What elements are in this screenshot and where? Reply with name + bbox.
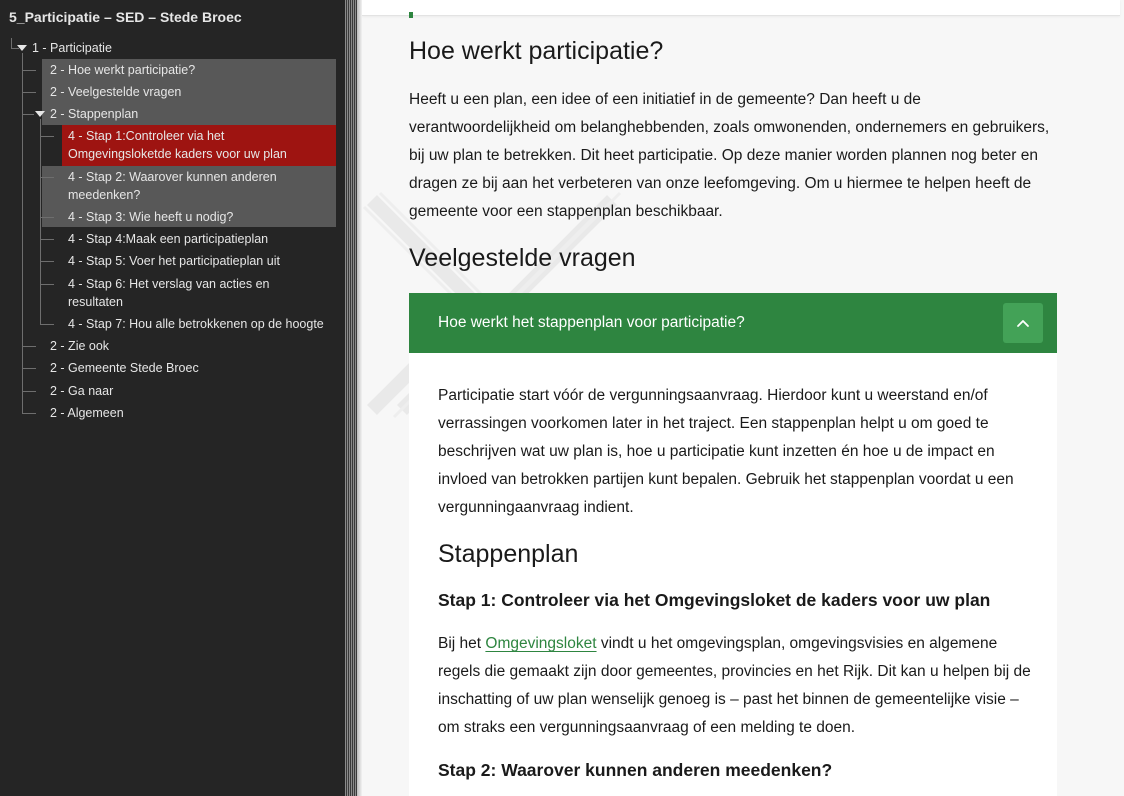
tree-item-hoe-werkt-participatie[interactable]: 2 - Hoe werkt participatie? <box>50 61 195 79</box>
expand-triangle-icon[interactable] <box>35 111 45 117</box>
document-content-pane[interactable]: Hoe werkt participatie? Heeft u een plan… <box>362 0 1124 796</box>
heading-stappenplan: Stappenplan <box>438 540 579 568</box>
stap-1-text-before: Bij het <box>438 635 482 652</box>
tree-item-stap-6[interactable]: 4 - Stap 6: Het verslag van acties en re… <box>68 275 308 311</box>
tree-item-veelgestelde-vragen[interactable]: 2 - Veelgestelde vragen <box>50 83 181 101</box>
tree-item-zie-ook[interactable]: 2 - Zie ook <box>50 337 109 355</box>
tree-connector <box>40 136 54 137</box>
accent-marker <box>409 12 413 18</box>
stap-1-paragraph: Bij het Omgevingsloket vindt u het omgev… <box>438 630 1038 742</box>
tree-connector <box>22 413 36 414</box>
tree-item-stap-1[interactable]: 4 - Stap 1:Controleer via het Omgevingsl… <box>68 127 308 163</box>
faq-accordion: Hoe werkt het stappenplan voor participa… <box>409 293 1057 796</box>
tree-item-gemeente-stede-broec[interactable]: 2 - Gemeente Stede Broec <box>50 359 199 377</box>
accordion-paragraph: Participatie start vóór de vergunningsaa… <box>438 387 1014 516</box>
accordion-collapse-button[interactable] <box>1003 303 1043 343</box>
tree-connector <box>22 114 34 115</box>
tree-item-stap-5[interactable]: 4 - Stap 5: Voer het participatieplan ui… <box>68 252 280 270</box>
heading-stap-2: Stap 2: Waarover kunnen anderen meedenke… <box>438 760 833 780</box>
outline-tree-panel: 5_Participatie – SED – Stede Broec 1 - P… <box>0 0 345 796</box>
tree-connector <box>40 177 54 178</box>
tree-item-ga-naar[interactable]: 2 - Ga naar <box>50 382 113 400</box>
tree-connector <box>40 284 54 285</box>
tree-item-stap-3[interactable]: 4 - Stap 3: Wie heeft u nodig? <box>68 208 233 226</box>
expand-triangle-icon[interactable] <box>17 45 27 51</box>
previous-section-strip <box>362 0 1120 16</box>
document-title: 5_Participatie – SED – Stede Broec <box>9 9 242 25</box>
tree-connector <box>22 92 36 93</box>
heading-hoe-werkt-participatie: Hoe werkt participatie? <box>409 37 664 65</box>
heading-veelgestelde-vragen: Veelgestelde vragen <box>409 244 636 272</box>
tree-connector <box>40 217 54 218</box>
tree-item-stap-2[interactable]: 4 - Stap 2: Waarover kunnen anderen meed… <box>68 168 308 204</box>
tree-connector <box>22 368 36 369</box>
tree-connector <box>40 119 41 325</box>
accordion-header[interactable]: Hoe werkt het stappenplan voor participa… <box>409 293 1057 353</box>
accordion-title: Hoe werkt het stappenplan voor participa… <box>438 314 745 331</box>
omgevingsloket-link[interactable]: Omgevingsloket <box>485 635 596 652</box>
tree-item-stap-4[interactable]: 4 - Stap 4:Maak een participatieplan <box>68 230 268 248</box>
chevron-up-icon <box>1017 320 1029 327</box>
tree-connector <box>22 70 36 71</box>
tree-connector <box>40 261 54 262</box>
tree-connector <box>40 324 54 325</box>
tree-item-participatie[interactable]: 1 - Participatie <box>32 39 112 57</box>
intro-paragraph: Heeft u een plan, een idee of een initia… <box>409 91 1050 220</box>
tree-connector <box>22 53 23 413</box>
tree-item-algemeen[interactable]: 2 - Algemeen <box>50 404 124 422</box>
tree-connector <box>40 239 54 240</box>
tree-connector <box>11 38 12 48</box>
tree-item-stappenplan[interactable]: 2 - Stappenplan <box>50 105 138 123</box>
tree-connector <box>22 391 36 392</box>
heading-stap-1: Stap 1: Controleer via het Omgevingsloke… <box>438 590 991 610</box>
tree-connector <box>22 346 36 347</box>
tree-item-stap-7[interactable]: 4 - Stap 7: Hou alle betrokkenen op de h… <box>68 315 324 333</box>
